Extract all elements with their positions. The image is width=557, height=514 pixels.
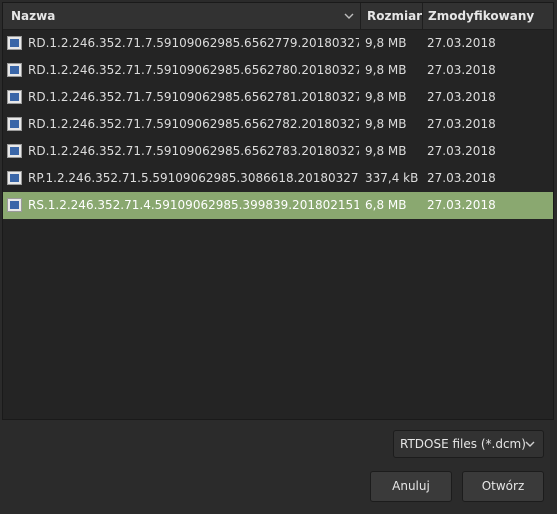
- dicom-file-icon: [7, 117, 22, 131]
- file-size: 9,8 MB: [365, 63, 407, 77]
- file-modified: 27.03.2018: [427, 144, 496, 158]
- dicom-file-icon: [7, 171, 22, 185]
- dicom-file-icon: [7, 63, 22, 77]
- cancel-button-label: Anuluj: [392, 479, 430, 493]
- file-name: RD.1.2.246.352.71.7.59109062985.6562779.…: [28, 36, 359, 50]
- column-header-modified-label: Zmodyfikowany: [428, 9, 535, 23]
- file-size: 9,8 MB: [365, 36, 407, 50]
- column-header-size[interactable]: Rozmiar: [361, 3, 423, 29]
- column-header-size-label: Rozmiar: [367, 9, 423, 23]
- table-row[interactable]: RD.1.2.246.352.71.7.59109062985.6562781.…: [3, 84, 553, 111]
- dicom-file-icon: [7, 144, 22, 158]
- table-row[interactable]: RD.1.2.246.352.71.7.59109062985.6562780.…: [3, 57, 553, 84]
- file-name-cell: RD.1.2.246.352.71.7.59109062985.6562781.…: [7, 84, 359, 111]
- file-modified: 27.03.2018: [427, 90, 496, 104]
- column-header-name-label: Nazwa: [11, 9, 56, 23]
- chevron-down-icon: [525, 441, 535, 447]
- dicom-file-icon: [7, 90, 22, 104]
- file-name: RD.1.2.246.352.71.7.59109062985.6562782.…: [28, 117, 359, 131]
- file-size: 9,8 MB: [365, 117, 407, 131]
- file-modified: 27.03.2018: [427, 36, 496, 50]
- file-name: RP.1.2.246.352.71.5.59109062985.3086618.…: [28, 171, 359, 185]
- file-type-filter-value: RTDOSE files (*.dcm): [400, 437, 526, 451]
- file-size: 9,8 MB: [365, 90, 407, 104]
- cancel-button[interactable]: Anuluj: [370, 471, 452, 502]
- table-row[interactable]: RP.1.2.246.352.71.5.59109062985.3086618.…: [3, 165, 553, 192]
- file-name-cell: RD.1.2.246.352.71.7.59109062985.6562780.…: [7, 57, 359, 84]
- file-name-cell: RS.1.2.246.352.71.4.59109062985.399839.2…: [7, 192, 359, 219]
- file-modified: 27.03.2018: [427, 171, 496, 185]
- column-header-name[interactable]: Nazwa: [3, 3, 361, 29]
- file-size: 337,4 kB: [365, 171, 419, 185]
- table-row[interactable]: RD.1.2.246.352.71.7.59109062985.6562779.…: [3, 30, 553, 57]
- table-row[interactable]: RD.1.2.246.352.71.7.59109062985.6562783.…: [3, 138, 553, 165]
- file-name-cell: RD.1.2.246.352.71.7.59109062985.6562782.…: [7, 111, 359, 138]
- table-row[interactable]: RD.1.2.246.352.71.7.59109062985.6562782.…: [3, 111, 553, 138]
- file-name-cell: RP.1.2.246.352.71.5.59109062985.3086618.…: [7, 165, 359, 192]
- file-list[interactable]: Nazwa Rozmiar Zmodyfikowany RD.1.2.246.3…: [2, 2, 554, 420]
- file-size: 6,8 MB: [365, 198, 407, 212]
- open-button[interactable]: Otwórz: [462, 471, 544, 502]
- file-name: RS.1.2.246.352.71.4.59109062985.399839.2…: [28, 198, 359, 212]
- file-type-filter-select[interactable]: RTDOSE files (*.dcm): [393, 430, 544, 458]
- chevron-down-icon: [344, 13, 354, 19]
- dicom-file-icon: [7, 36, 22, 50]
- dicom-file-icon: [7, 198, 22, 212]
- table-row[interactable]: RS.1.2.246.352.71.4.59109062985.399839.2…: [3, 192, 553, 219]
- file-name: RD.1.2.246.352.71.7.59109062985.6562783.…: [28, 144, 359, 158]
- file-modified: 27.03.2018: [427, 63, 496, 77]
- file-modified: 27.03.2018: [427, 117, 496, 131]
- file-name-cell: RD.1.2.246.352.71.7.59109062985.6562783.…: [7, 138, 359, 165]
- file-list-header: Nazwa Rozmiar Zmodyfikowany: [3, 3, 553, 30]
- file-name: RD.1.2.246.352.71.7.59109062985.6562780.…: [28, 63, 359, 77]
- file-size: 9,8 MB: [365, 144, 407, 158]
- file-modified: 27.03.2018: [427, 198, 496, 212]
- open-button-label: Otwórz: [481, 479, 525, 493]
- file-name: RD.1.2.246.352.71.7.59109062985.6562781.…: [28, 90, 359, 104]
- column-header-modified[interactable]: Zmodyfikowany: [423, 3, 555, 29]
- file-name-cell: RD.1.2.246.352.71.7.59109062985.6562779.…: [7, 30, 359, 57]
